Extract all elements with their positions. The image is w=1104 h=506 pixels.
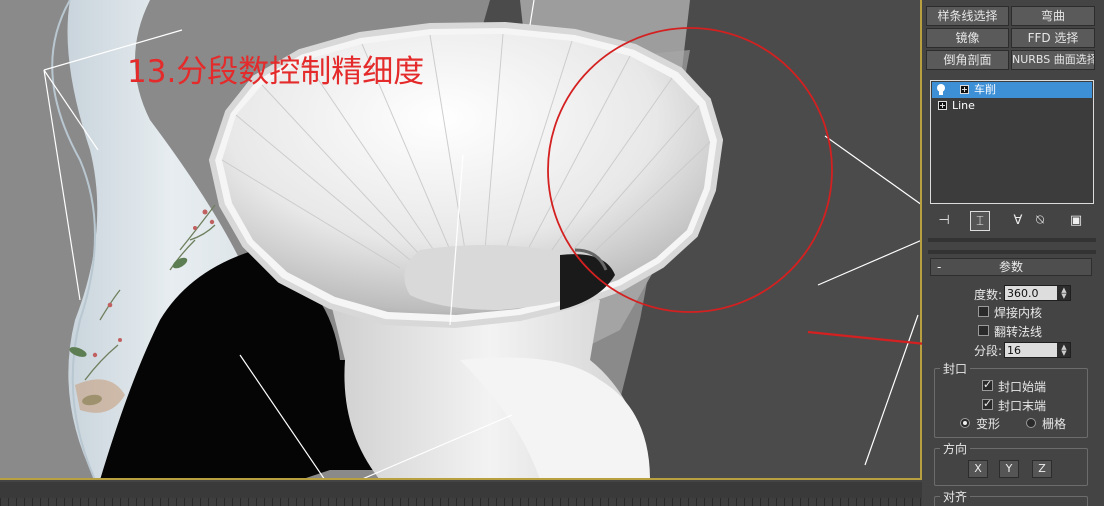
degrees-spinner[interactable]: ▲▼	[1004, 285, 1071, 301]
stack-toolbar: ⊣ ⌶ ∀ ⍉ ▣	[928, 208, 1094, 234]
flip-normals-checkbox[interactable]	[978, 325, 989, 336]
cap-end-checkbox[interactable]	[982, 397, 993, 410]
weld-core-checkbox[interactable]	[978, 306, 989, 317]
stack-item-label: Line	[952, 99, 975, 112]
bend-button[interactable]: 弯曲	[1011, 6, 1095, 26]
grid-radio[interactable]	[1026, 418, 1036, 428]
remove-modifier-icon[interactable]: ⍉	[1030, 211, 1050, 231]
grid-label: 栅格	[1042, 417, 1067, 431]
segments-label: 分段:	[974, 344, 1003, 358]
cap-start-checkbox[interactable]	[982, 378, 993, 391]
perspective-viewport[interactable]: 13.分段数控制精细度	[0, 0, 922, 480]
axis-y-button[interactable]: Y	[999, 460, 1019, 478]
nurbs-surface-select-button[interactable]: NURBS 曲面选择	[1011, 50, 1095, 70]
lightbulb-icon[interactable]	[936, 83, 946, 96]
spline-select-button[interactable]: 样条线选择	[926, 6, 1009, 26]
expand-icon[interactable]	[960, 85, 969, 94]
rollout-title: 参数	[998, 260, 1023, 274]
degrees-label: 度数:	[974, 288, 1003, 302]
direction-title: 方向	[940, 440, 971, 457]
cap-start-label: 封口始端	[998, 380, 1047, 394]
stack-item-label: 车削	[974, 83, 996, 96]
cap-end-label: 封口末端	[998, 399, 1047, 413]
time-ruler	[0, 498, 922, 506]
configure-sets-icon[interactable]: ▣	[1066, 211, 1086, 231]
weld-core-label: 焊接内核	[994, 306, 1043, 320]
morph-radio[interactable]	[960, 418, 970, 428]
flip-normals-label: 翻转法线	[994, 325, 1043, 339]
tutorial-caption: 13.分段数控制精细度	[127, 54, 425, 90]
degrees-input[interactable]	[1005, 286, 1057, 300]
show-end-result-icon[interactable]: ⌶	[970, 211, 990, 231]
morph-label: 变形	[976, 417, 1001, 431]
ffd-select-button[interactable]: FFD 选择	[1011, 28, 1095, 48]
mirror-button[interactable]: 镜像	[926, 28, 1009, 48]
rollout-header[interactable]: - 参数	[930, 258, 1092, 276]
stack-item-lathe[interactable]: 车削	[932, 82, 1092, 98]
parameters-rollout: - 参数 度数: ▲▼ 焊接内核 翻转法线 分段: ▲▼ 封口 封口始端 封口末…	[928, 258, 1094, 506]
panel-divider	[928, 250, 1096, 254]
capping-title: 封口	[940, 360, 971, 377]
spinner-arrows[interactable]: ▲ ▼	[1059, 344, 1069, 357]
axis-z-button[interactable]: Z	[1032, 460, 1052, 478]
pin-stack-icon[interactable]: ⊣	[934, 211, 954, 231]
align-title: 对齐	[940, 488, 971, 505]
timeline-bar[interactable]	[0, 482, 922, 506]
segments-input[interactable]	[1005, 343, 1057, 357]
segments-spinner[interactable]: ▲▼	[1004, 342, 1071, 358]
axis-x-button[interactable]: X	[968, 460, 988, 478]
bevel-profile-button[interactable]: 倒角剖面	[926, 50, 1009, 70]
stack-item-line[interactable]: Line	[932, 98, 1092, 114]
spinner-arrows[interactable]: ▲ ▼	[1059, 287, 1069, 300]
make-unique-icon[interactable]: ∀	[1008, 211, 1028, 231]
expand-icon[interactable]	[938, 101, 947, 110]
collapse-icon[interactable]: -	[937, 259, 941, 275]
modifier-stack[interactable]: 车削 Line	[930, 80, 1094, 204]
panel-divider	[928, 238, 1096, 242]
